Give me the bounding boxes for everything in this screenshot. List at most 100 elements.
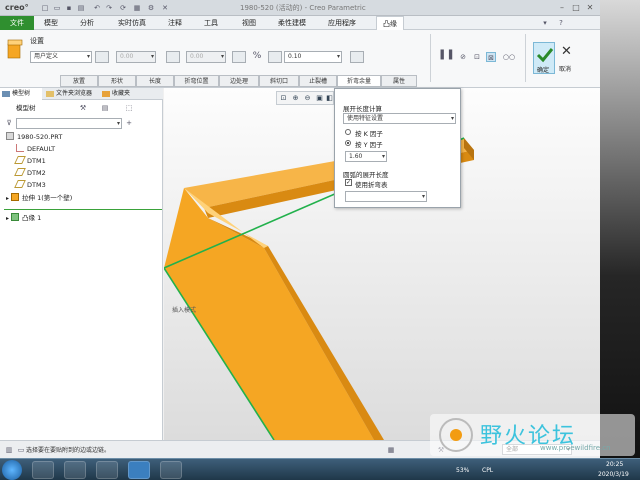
subtab-properties[interactable]: 属性 (381, 75, 417, 87)
cancel-button[interactable]: ✕ 取消 (556, 42, 578, 78)
tree-search-input[interactable]: ▾ (16, 118, 122, 129)
tab-view[interactable]: 视图 (236, 16, 262, 30)
flip-side-icon[interactable] (232, 51, 246, 63)
subtab-relief[interactable]: 止裂槽 (299, 75, 337, 87)
tab-live-simulation[interactable]: 实时仿真 (112, 16, 152, 30)
folder-taskbar-icon[interactable] (64, 461, 86, 479)
dropdown-icon[interactable]: ▾ (540, 18, 550, 28)
tab-favorites[interactable]: 收藏夹 (100, 88, 142, 100)
tab-annotate[interactable]: 注释 (162, 16, 188, 30)
new-file-icon[interactable]: □ (40, 3, 50, 13)
bend-radius-type-icon[interactable] (350, 51, 364, 63)
tree-item-part[interactable]: 1980-520.PRT (6, 132, 62, 143)
ime-language[interactable]: CPL (482, 467, 493, 474)
y-factor-input[interactable]: 1.60 ▾ (345, 151, 387, 162)
k-factor-radio[interactable] (345, 129, 351, 135)
tree-item-dtm1[interactable]: DTM1 (14, 156, 46, 167)
offset-end-input[interactable]: 0.00 ▾ (186, 51, 226, 63)
tree-item-label: 拉伸 1(第一个壁) (22, 194, 73, 202)
cancel-label: 取消 (559, 66, 572, 73)
chevron-down-icon: ▾ (116, 120, 120, 127)
tree-item-flange[interactable]: ▸ 凸缘 1 (6, 213, 41, 224)
title-bar: creo° □ ▭ ▪ ▤ ↶ ↷ ⟳ ▦ ⚙ ✕ 1980-520 (活动的)… (0, 0, 600, 16)
panel-tabs: 模型树 文件夹浏览器 收藏夹 (0, 88, 163, 100)
y-factor-radio[interactable] (345, 140, 351, 146)
tab-applications[interactable]: 应用程序 (322, 16, 362, 30)
chevron-down-icon: ▾ (336, 53, 340, 60)
tab-flexible-modeling[interactable]: 柔性建模 (272, 16, 312, 30)
pause-icon[interactable]: ❚❚ (438, 50, 455, 60)
selection-icon[interactable]: ▦ (386, 445, 396, 455)
settings-icon[interactable]: ⚙ (146, 3, 156, 13)
subtab-miter-cut[interactable]: 斜切口 (259, 75, 299, 87)
tree-item-dtm3[interactable]: DTM3 (14, 180, 46, 191)
confirm-button[interactable]: 确定 (533, 42, 555, 74)
tab-flange[interactable]: 凸缘 (376, 16, 404, 31)
tab-model-tree-label: 模型树 (12, 90, 31, 97)
navigator-toggle-icon[interactable]: ▥ (4, 445, 14, 455)
browser-toggle-icon[interactable]: ▭ (16, 445, 26, 455)
offset-end-type-icon[interactable] (166, 51, 180, 63)
regenerate-icon[interactable]: ⟳ (118, 3, 128, 13)
no-preview-icon[interactable]: ⊘ (458, 52, 468, 62)
subtab-edge-treatment[interactable]: 边处理 (219, 75, 259, 87)
subtab-placement[interactable]: 放置 (60, 75, 98, 87)
subtab-bend-allowance[interactable]: 折弯余量 (337, 75, 381, 87)
bend-radius-input[interactable]: 0.10 ▾ (284, 51, 342, 63)
undo-icon[interactable]: ↶ (92, 3, 102, 13)
subtab-shape[interactable]: 形状 (98, 75, 136, 87)
glasses-icon[interactable]: ○○ (502, 52, 516, 62)
preview-icon[interactable]: ⊡ (472, 52, 482, 62)
window-title: 1980-520 (活动的) - Creo Parametric (240, 4, 366, 12)
bend-table-select[interactable]: ▾ (345, 191, 427, 202)
print-icon[interactable]: ▤ (76, 3, 86, 13)
close-icon[interactable]: ✕ (584, 2, 596, 13)
tree-columns-icon[interactable]: ▤ (100, 103, 110, 113)
tree-item-csys[interactable]: DEFAULT (16, 144, 55, 155)
close-window-icon[interactable]: ✕ (160, 3, 170, 13)
help-icon[interactable]: ? (556, 18, 566, 28)
percent-icon[interactable]: % (252, 51, 262, 61)
subtab-bend-position[interactable]: 折弯位置 (174, 75, 219, 87)
calculation-method-select[interactable]: 使用特征设置 ▾ (343, 113, 456, 124)
browser-taskbar-icon[interactable] (128, 461, 150, 479)
filter-icon[interactable]: ⊽ (4, 118, 14, 128)
tree-item-extrude[interactable]: ▸ 拉伸 1(第一个壁) (6, 193, 72, 204)
app-taskbar-icon[interactable] (96, 461, 118, 479)
tab-folder-browser[interactable]: 文件夹浏览器 (44, 88, 98, 100)
offset-start-input[interactable]: 0.00 ▾ (116, 51, 156, 63)
start-button[interactable] (2, 460, 22, 480)
profile-shape-icon[interactable] (95, 51, 109, 63)
tab-tools[interactable]: 工具 (198, 16, 224, 30)
tab-model-tree[interactable]: 模型树 (0, 88, 42, 100)
chevron-down-icon: ▾ (381, 153, 385, 160)
forum-logo-icon (439, 418, 473, 452)
tree-settings-icon[interactable]: ⚒ (78, 103, 88, 113)
tree-filter-icon[interactable]: ⬚ (124, 103, 134, 113)
offset-start-value: 0.00 (120, 53, 134, 60)
creo-taskbar-icon[interactable] (160, 461, 182, 479)
tab-file[interactable]: 文件 (0, 16, 34, 30)
tree-item-dtm2[interactable]: DTM2 (14, 168, 46, 179)
tab-model[interactable]: 模型 (38, 16, 64, 30)
verify-icon[interactable]: ⊠ (486, 52, 496, 62)
redo-icon[interactable]: ↷ (104, 3, 114, 13)
use-bend-table-checkbox[interactable]: ✓ (345, 179, 352, 186)
explorer-taskbar-icon[interactable] (32, 461, 54, 479)
creo-logo: creo° (5, 3, 29, 12)
clock-date[interactable]: 2020/3/19 (598, 471, 629, 478)
open-folder-icon[interactable]: ▭ (52, 3, 62, 13)
clock-time[interactable]: 20:25 (606, 461, 623, 468)
add-icon[interactable]: + (124, 118, 134, 128)
profile-type-value: 用户定义 (34, 53, 59, 60)
flange-front-face[interactable] (164, 188, 374, 440)
subtab-length[interactable]: 长度 (136, 75, 174, 87)
maximize-icon[interactable]: □ (570, 2, 582, 13)
windows-icon[interactable]: ▦ (132, 3, 142, 13)
profile-type-select[interactable]: 用户定义 ▾ (30, 51, 92, 63)
chevron-down-icon: ▾ (86, 53, 90, 60)
thickness-side-icon[interactable] (268, 51, 282, 63)
tab-analysis[interactable]: 分析 (74, 16, 100, 30)
minimize-icon[interactable]: – (556, 2, 568, 13)
save-icon[interactable]: ▪ (64, 3, 74, 13)
